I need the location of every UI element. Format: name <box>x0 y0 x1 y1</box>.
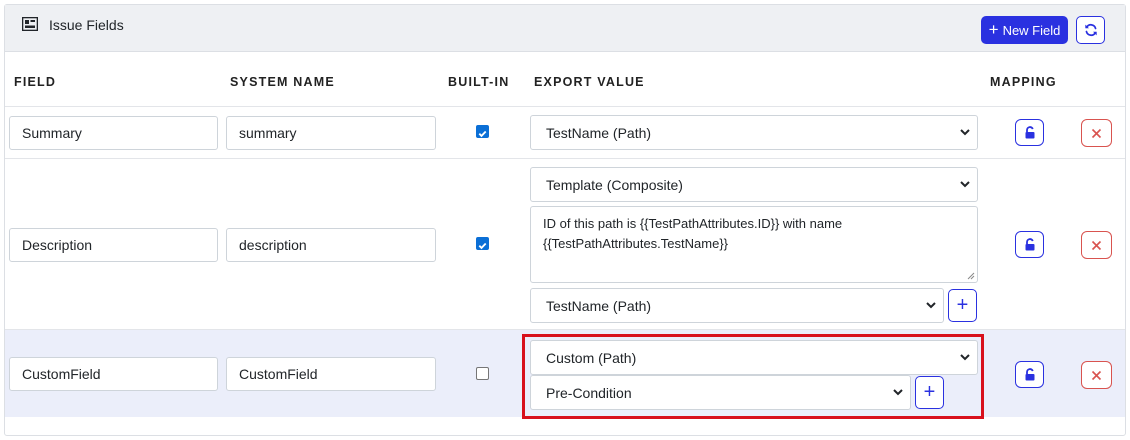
delete-field-button[interactable] <box>1081 361 1112 389</box>
column-header-field: FIELD <box>14 75 57 89</box>
plus-icon: + <box>923 380 936 403</box>
export-type-value: TestName (Path) <box>546 124 652 141</box>
new-field-label: New Field <box>1002 22 1061 38</box>
built-in-checkbox[interactable] <box>476 237 489 250</box>
close-icon <box>1091 370 1102 380</box>
panel-title: Issue Fields <box>49 17 124 33</box>
template-text-line: {{TestPathAttributes.TestName}} <box>543 236 728 251</box>
checkmark-icon <box>478 130 487 138</box>
mapping-lock-button[interactable] <box>1015 119 1044 146</box>
refresh-button[interactable] <box>1076 16 1105 44</box>
chevron-down-icon <box>893 389 903 396</box>
chevron-down-icon <box>926 302 936 309</box>
unlock-icon <box>1025 238 1034 251</box>
attribute-value: TestName (Path) <box>546 297 652 314</box>
table-layout-icon <box>22 17 38 31</box>
row-divider <box>5 106 1125 107</box>
unlock-icon <box>1025 368 1034 381</box>
unlock-icon <box>1025 126 1034 139</box>
export-type-select[interactable]: TestName (Path) <box>530 115 978 150</box>
custom-attribute-select[interactable]: Pre-Condition <box>530 375 911 410</box>
row-divider <box>5 158 1125 159</box>
template-textarea[interactable]: ID of this path is {{TestPathAttributes.… <box>530 206 978 283</box>
plus-icon: + <box>988 19 999 39</box>
export-type-value: Template (Composite) <box>546 176 683 193</box>
close-icon <box>1091 240 1102 250</box>
field-name-input[interactable]: CustomField <box>9 357 218 391</box>
export-type-select[interactable]: Template (Composite) <box>530 167 978 202</box>
delete-field-button[interactable] <box>1081 119 1112 147</box>
custom-attribute-value: Pre-Condition <box>546 384 632 401</box>
new-field-button[interactable]: + New Field <box>981 16 1068 44</box>
system-name-input[interactable]: CustomField <box>226 357 436 391</box>
system-name-input[interactable]: summary <box>226 116 436 150</box>
panel-header: Issue Fields + New Field <box>5 5 1125 52</box>
chevron-down-icon <box>960 181 970 188</box>
row-divider <box>5 329 1125 330</box>
delete-field-button[interactable] <box>1081 231 1112 259</box>
export-type-value: Custom (Path) <box>546 349 637 366</box>
close-icon <box>1091 128 1102 138</box>
built-in-checkbox[interactable] <box>476 367 489 380</box>
mapping-lock-button[interactable] <box>1015 231 1044 258</box>
chevron-down-icon <box>960 129 970 136</box>
column-header-built-in: BUILT-IN <box>448 75 510 89</box>
plus-icon: + <box>956 293 969 316</box>
insert-attribute-button[interactable]: + <box>915 376 944 409</box>
export-type-select[interactable]: Custom (Path) <box>530 340 978 375</box>
checkmark-icon <box>478 242 487 250</box>
attribute-select[interactable]: TestName (Path) <box>530 288 944 323</box>
column-header-export-value: EXPORT VALUE <box>534 75 645 89</box>
column-header-mapping: MAPPING <box>990 75 1057 89</box>
resize-grip-icon[interactable] <box>967 272 975 280</box>
template-text-line: ID of this path is {{TestPathAttributes.… <box>543 216 843 231</box>
built-in-checkbox[interactable] <box>476 125 489 138</box>
field-name-input[interactable]: Summary <box>9 116 218 150</box>
column-header-system-name: SYSTEM NAME <box>230 75 335 89</box>
refresh-icon <box>1084 23 1097 37</box>
chevron-down-icon <box>960 354 970 361</box>
system-name-input[interactable]: description <box>226 228 436 262</box>
insert-attribute-button[interactable]: + <box>948 289 977 322</box>
mapping-lock-button[interactable] <box>1015 361 1044 388</box>
field-name-input[interactable]: Description <box>9 228 218 262</box>
issue-fields-panel: Issue Fields + New Field FIELD SYSTEM NA… <box>4 4 1126 436</box>
